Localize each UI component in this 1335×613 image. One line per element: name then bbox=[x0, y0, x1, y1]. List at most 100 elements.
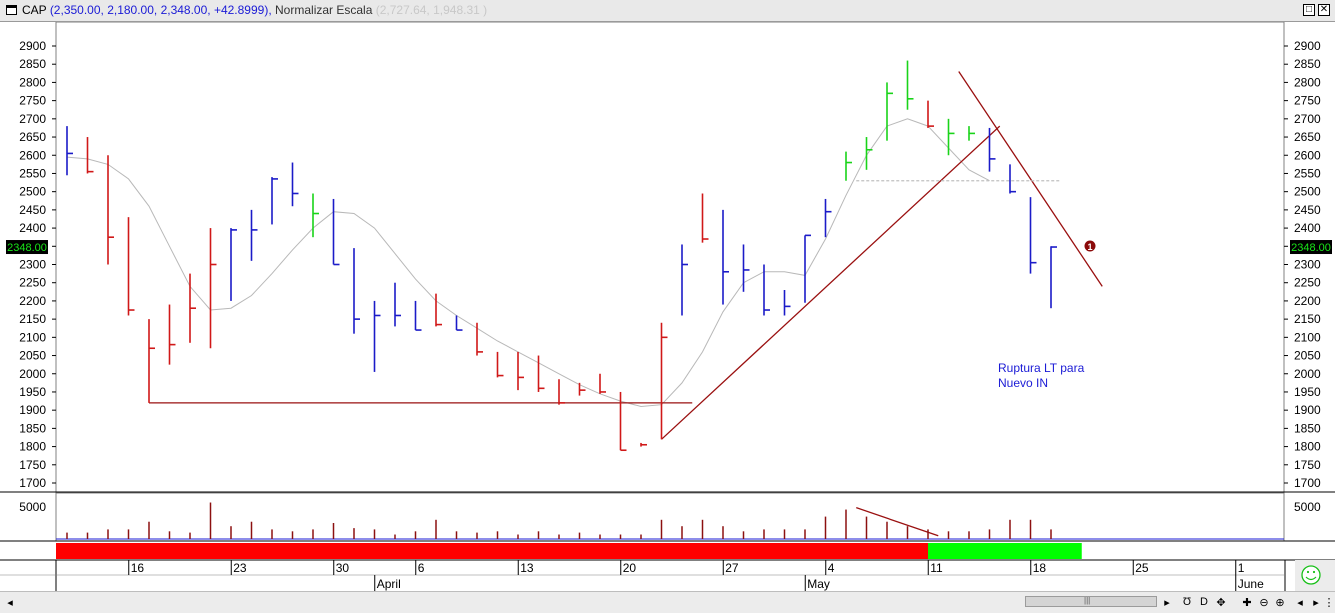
x-month-label: April bbox=[377, 577, 401, 591]
symbol-name: CAP bbox=[22, 3, 47, 17]
y-tick-label-right: 1800 bbox=[1294, 440, 1321, 454]
y-tick-label-right: 2650 bbox=[1294, 130, 1321, 144]
y-tick-label-right: 2750 bbox=[1294, 94, 1321, 108]
x-day-label: 1 bbox=[1238, 561, 1245, 575]
y-tick-label-left: 2800 bbox=[19, 75, 46, 89]
volume-tick-label-left: 5000 bbox=[19, 500, 46, 514]
price-chart[interactable]: 1700 1700 1750 1750 1800 1800 1850 1850 1900 1900… bbox=[0, 22, 1335, 591]
zoom-out-icon[interactable]: ⊖ bbox=[1257, 596, 1271, 609]
x-day-label: 30 bbox=[336, 561, 350, 575]
x-day-label: 13 bbox=[520, 561, 534, 575]
scroll-right-icon[interactable]: ▸ bbox=[1160, 596, 1174, 609]
y-tick-label-right: 2000 bbox=[1294, 367, 1321, 381]
y-tick-label-left: 2000 bbox=[19, 367, 46, 381]
y-tick-label-left: 2300 bbox=[19, 258, 46, 272]
y-tick-label-left: 2550 bbox=[19, 166, 46, 180]
x-day-label: 6 bbox=[418, 561, 425, 575]
y-tick-label-right: 2150 bbox=[1294, 312, 1321, 326]
normalize-scale-label: Normalizar Escala bbox=[275, 3, 373, 17]
volume-tick-label-right: 5000 bbox=[1294, 500, 1321, 514]
y-tick-label-right: 2100 bbox=[1294, 330, 1321, 344]
scroll-left-icon[interactable]: ◂ bbox=[3, 596, 17, 609]
y-tick-label-left: 2100 bbox=[19, 330, 46, 344]
window-title: CAP (2,350.00, 2,180.00, 2,348.00, +42.8… bbox=[22, 3, 487, 17]
y-tick-label-right: 2250 bbox=[1294, 276, 1321, 290]
price-pane[interactable] bbox=[55, 22, 1285, 493]
y-tick-label-right: 2800 bbox=[1294, 75, 1321, 89]
x-day-label: 27 bbox=[725, 561, 739, 575]
y-tick-label-left: 2750 bbox=[19, 94, 46, 108]
y-tick-label-left: 2400 bbox=[19, 221, 46, 235]
y-tick-label-right: 1850 bbox=[1294, 421, 1321, 435]
status-bar: ◂ ||| ▸ Ʊ D ✥ ✚ ⊖ ⊕ ◂ ▸ ⋮ bbox=[0, 591, 1335, 613]
window-menu-icon[interactable] bbox=[6, 5, 17, 15]
y-tick-label-left: 1750 bbox=[19, 458, 46, 472]
y-tick-label-left: 1800 bbox=[19, 440, 46, 454]
horizontal-scrollbar[interactable]: ||| bbox=[1025, 596, 1157, 607]
smiley-eye bbox=[1306, 570, 1310, 574]
y-tick-label-right: 2200 bbox=[1294, 294, 1321, 308]
y-tick-label-right: 2850 bbox=[1294, 57, 1321, 71]
y-tick-label-right: 1900 bbox=[1294, 403, 1321, 417]
y-tick-label-right: 1700 bbox=[1294, 476, 1321, 490]
y-tick-label-right: 1950 bbox=[1294, 385, 1321, 399]
smiley-eye bbox=[1312, 570, 1316, 574]
y-tick-label-left: 2600 bbox=[19, 148, 46, 162]
maximize-button[interactable]: □ bbox=[1303, 4, 1315, 16]
y-tick-label-left: 2050 bbox=[19, 349, 46, 363]
move-tool-icon[interactable]: ✥ bbox=[1214, 596, 1228, 609]
y-tick-label-right: 1750 bbox=[1294, 458, 1321, 472]
y-tick-label-left: 1950 bbox=[19, 385, 46, 399]
sentiment-red-segment bbox=[56, 543, 928, 559]
ohlc-readout: (2,350.00, 2,180.00, 2,348.00, +42.8999)… bbox=[49, 3, 272, 17]
alert-marker-label: 1 bbox=[1087, 242, 1092, 252]
scrollbar-grip-icon[interactable]: ||| bbox=[1084, 596, 1090, 605]
y-tick-label-right: 2050 bbox=[1294, 349, 1321, 363]
cursor-tool-icon[interactable]: Ʊ bbox=[1180, 596, 1194, 608]
y-tick-label-right: 2550 bbox=[1294, 166, 1321, 180]
x-day-label: 23 bbox=[233, 561, 247, 575]
page-left-icon[interactable]: ◂ bbox=[1293, 596, 1307, 609]
y-tick-label-right: 2500 bbox=[1294, 185, 1321, 199]
annotation-line-2: Nuevo IN bbox=[998, 376, 1048, 390]
x-day-label: 4 bbox=[828, 561, 835, 575]
y-tick-label-left: 2150 bbox=[19, 312, 46, 326]
y-tick-label-left: 1700 bbox=[19, 476, 46, 490]
crosshair-tool-icon[interactable]: ✚ bbox=[1240, 596, 1254, 609]
y-tick-label-right: 2900 bbox=[1294, 39, 1321, 53]
y-tick-label-left: 2700 bbox=[19, 112, 46, 126]
more-options-icon[interactable]: ⋮ bbox=[1322, 596, 1335, 609]
sentiment-green-segment bbox=[928, 543, 1082, 559]
y-tick-label-left: 1900 bbox=[19, 403, 46, 417]
price-tag-right-text: 2348.00 bbox=[1291, 242, 1331, 254]
zoom-in-icon[interactable]: ⊕ bbox=[1273, 596, 1287, 609]
annotation-line-1: Ruptura LT para bbox=[998, 361, 1085, 375]
y-tick-label-left: 2450 bbox=[19, 203, 46, 217]
x-day-label: 11 bbox=[930, 561, 943, 575]
y-tick-label-right: 2450 bbox=[1294, 203, 1321, 217]
y-tick-label-right: 2600 bbox=[1294, 148, 1321, 162]
x-month-label: June bbox=[1238, 577, 1264, 591]
price-tag-left-text: 2348.00 bbox=[7, 242, 47, 254]
x-day-label: 16 bbox=[131, 561, 145, 575]
y-tick-label-left: 2850 bbox=[19, 57, 46, 71]
volume-pane[interactable] bbox=[55, 492, 1285, 542]
y-tick-label-left: 2650 bbox=[19, 130, 46, 144]
y-tick-label-left: 2500 bbox=[19, 185, 46, 199]
close-button[interactable]: ✕ bbox=[1318, 4, 1330, 16]
y-tick-label-left: 1850 bbox=[19, 421, 46, 435]
y-tick-label-right: 2300 bbox=[1294, 258, 1321, 272]
smiley-icon[interactable] bbox=[1301, 565, 1321, 585]
x-day-label: 25 bbox=[1135, 561, 1149, 575]
x-day-label: 20 bbox=[623, 561, 637, 575]
y-tick-label-left: 2200 bbox=[19, 294, 46, 308]
y-tick-label-right: 2700 bbox=[1294, 112, 1321, 126]
title-bar: CAP (2,350.00, 2,180.00, 2,348.00, +42.8… bbox=[0, 0, 1335, 22]
x-month-label: May bbox=[807, 577, 830, 591]
y-tick-label-left: 2900 bbox=[19, 39, 46, 53]
y-tick-label-left: 2250 bbox=[19, 276, 46, 290]
draw-tool-icon[interactable]: D bbox=[1197, 596, 1211, 608]
page-right-icon[interactable]: ▸ bbox=[1309, 596, 1323, 609]
x-day-label: 18 bbox=[1033, 561, 1047, 575]
scale-range: (2,727.64, 1,948.31 ) bbox=[375, 3, 488, 17]
